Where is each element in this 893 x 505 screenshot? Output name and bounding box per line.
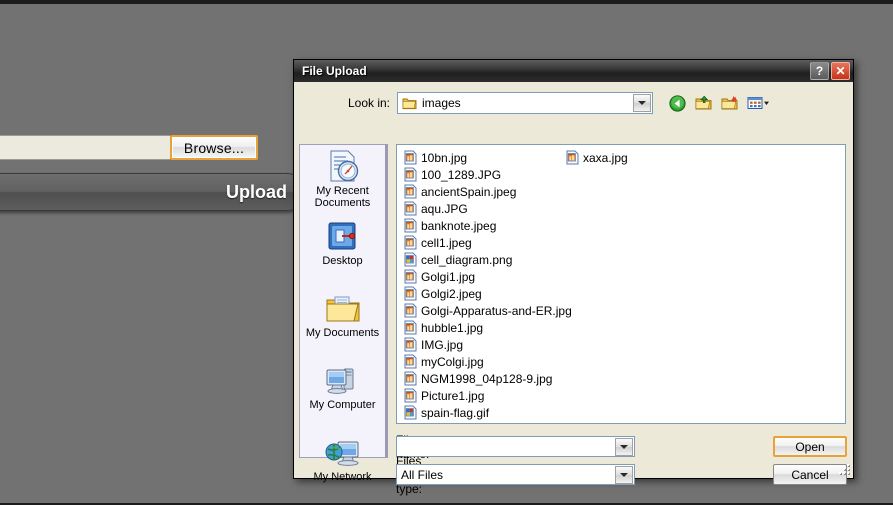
file-upload-dialog: File Upload ? ✕ Look in: images My Recen… bbox=[293, 59, 854, 496]
file-list[interactable]: 10bn.jpg 100_1289.JPG ancientSpain.jpeg aqu… bbox=[396, 144, 846, 424]
file-list-item[interactable]: cell1.jpeg bbox=[401, 234, 563, 251]
places-bar: My Recent Documents Desktop My Documents… bbox=[299, 144, 388, 483]
jpeg-file-icon bbox=[404, 201, 417, 216]
jpeg-file-icon bbox=[404, 303, 417, 318]
file-list-item[interactable]: myColgi.jpg bbox=[401, 353, 563, 370]
chevron-down-icon[interactable] bbox=[633, 94, 651, 112]
file-name-text: xaxa.jpg bbox=[583, 150, 628, 165]
dialog-titlebar[interactable]: File Upload ? ✕ bbox=[294, 60, 853, 82]
file-name-text: Picture1.jpg bbox=[421, 388, 485, 403]
up-folder-icon[interactable] bbox=[695, 95, 713, 112]
jpeg-file-icon bbox=[404, 320, 417, 335]
my-documents-icon bbox=[324, 293, 362, 325]
back-icon[interactable] bbox=[669, 94, 687, 112]
file-list-item[interactable]: Golgi-Apparatus-and-ER.jpg bbox=[401, 302, 572, 319]
file-name-text: banknote.jpeg bbox=[421, 218, 497, 233]
file-name-text: 10bn.jpg bbox=[421, 150, 468, 165]
file-list-item[interactable]: xaxa.jpg bbox=[563, 149, 725, 166]
file-list-item[interactable]: aqu.JPG bbox=[401, 200, 563, 217]
look-in-label: Look in: bbox=[347, 96, 390, 110]
new-folder-icon[interactable] bbox=[721, 95, 739, 112]
file-list-item[interactable]: Golgi2.jpeg bbox=[401, 285, 563, 302]
place-my-computer[interactable]: My Computer bbox=[300, 361, 385, 433]
dialog-body: Look in: images My Recent Documents Desk… bbox=[294, 82, 853, 496]
jpeg-file-icon bbox=[404, 354, 417, 369]
jpeg-file-icon bbox=[404, 218, 417, 233]
look-in-row: Look in: images bbox=[294, 91, 853, 115]
resize-grip[interactable] bbox=[839, 464, 851, 476]
jpeg-file-icon bbox=[404, 235, 417, 250]
views-icon[interactable] bbox=[747, 95, 769, 112]
jpeg-file-icon bbox=[404, 269, 417, 284]
file-list-item[interactable]: Picture1.jpg bbox=[401, 387, 563, 404]
my-computer-icon bbox=[324, 365, 362, 397]
cancel-button[interactable]: Cancel bbox=[773, 464, 847, 485]
file-name-text: cell_diagram.png bbox=[421, 252, 513, 267]
place-my-recent-documents[interactable]: My Recent Documents bbox=[300, 145, 385, 217]
file-list-item[interactable]: ancientSpain.jpeg bbox=[401, 183, 563, 200]
place-my-documents[interactable]: My Documents bbox=[300, 289, 385, 361]
file-name-text: 100_1289.JPG bbox=[421, 167, 502, 182]
file-list-item[interactable]: cell_diagram.png bbox=[401, 251, 563, 268]
file-name-text: spain-flag.gif bbox=[421, 405, 490, 420]
jpeg-file-icon bbox=[404, 337, 417, 352]
file-list-item[interactable]: NGM1998_04p128-9.jpg bbox=[401, 370, 563, 387]
file-name-text: myColgi.jpg bbox=[421, 354, 484, 369]
files-of-type-label: Files of type: bbox=[396, 453, 423, 496]
jpeg-file-icon bbox=[566, 150, 579, 165]
file-name-input[interactable] bbox=[396, 436, 635, 457]
place-desktop[interactable]: Desktop bbox=[300, 217, 385, 289]
files-of-type-value: All Files bbox=[401, 467, 444, 482]
open-button[interactable]: Open bbox=[773, 436, 847, 457]
files-of-type-row: Files of type: All Files bbox=[294, 454, 635, 496]
jpeg-file-icon bbox=[404, 167, 417, 182]
file-name-text: IMG.jpg bbox=[421, 337, 464, 352]
image-file-icon bbox=[404, 405, 417, 420]
dialog-title: File Upload bbox=[302, 64, 367, 78]
file-upload-input-row: Browse... bbox=[0, 135, 258, 160]
image-file-icon bbox=[404, 252, 417, 267]
look-in-value: images bbox=[422, 96, 461, 110]
desktop-icon bbox=[326, 221, 360, 253]
jpeg-file-icon bbox=[404, 150, 417, 165]
file-name-text: cell1.jpeg bbox=[421, 235, 472, 250]
file-list-item[interactable]: spain-flag.gif bbox=[401, 404, 563, 421]
jpeg-file-icon bbox=[404, 286, 417, 301]
place-label: My Computer bbox=[309, 399, 376, 411]
help-button[interactable]: ? bbox=[810, 62, 829, 80]
files-of-type-combobox[interactable]: All Files bbox=[396, 464, 635, 485]
file-list-item[interactable]: IMG.jpg bbox=[401, 336, 563, 353]
file-name-text: hubble1.jpg bbox=[421, 320, 484, 335]
jpeg-file-icon bbox=[404, 388, 417, 403]
chevron-down-icon[interactable] bbox=[615, 466, 633, 484]
file-name-text: ancientSpain.jpeg bbox=[421, 184, 517, 199]
recent-documents-icon bbox=[324, 149, 362, 183]
file-list-item[interactable]: hubble1.jpg bbox=[401, 319, 563, 336]
jpeg-file-icon bbox=[404, 184, 417, 199]
file-name-text: NGM1998_04p128-9.jpg bbox=[421, 371, 553, 386]
file-name-text: aqu.JPG bbox=[421, 201, 468, 216]
place-label: Desktop bbox=[322, 255, 363, 267]
place-label: My Documents bbox=[305, 327, 380, 339]
file-name-text: Golgi-Apparatus-and-ER.jpg bbox=[421, 303, 572, 318]
file-list-item[interactable]: Golgi1.jpg bbox=[401, 268, 563, 285]
look-in-combobox[interactable]: images bbox=[397, 92, 653, 114]
file-list-item[interactable]: 10bn.jpg bbox=[401, 149, 563, 166]
file-name-text: Golgi2.jpeg bbox=[421, 286, 482, 301]
place-label: My Recent Documents bbox=[314, 185, 371, 209]
folder-icon bbox=[402, 97, 417, 110]
jpeg-file-icon bbox=[404, 371, 417, 386]
file-input[interactable] bbox=[0, 135, 170, 160]
file-list-item[interactable]: banknote.jpeg bbox=[401, 217, 563, 234]
file-name-text: Golgi1.jpg bbox=[421, 269, 476, 284]
chevron-down-icon[interactable] bbox=[615, 438, 633, 456]
upload-button[interactable]: Upload bbox=[0, 173, 306, 211]
browse-button[interactable]: Browse... bbox=[170, 135, 258, 160]
file-list-item[interactable]: 100_1289.JPG bbox=[401, 166, 563, 183]
close-button[interactable]: ✕ bbox=[831, 62, 850, 80]
dialog-toolbar bbox=[669, 94, 769, 112]
